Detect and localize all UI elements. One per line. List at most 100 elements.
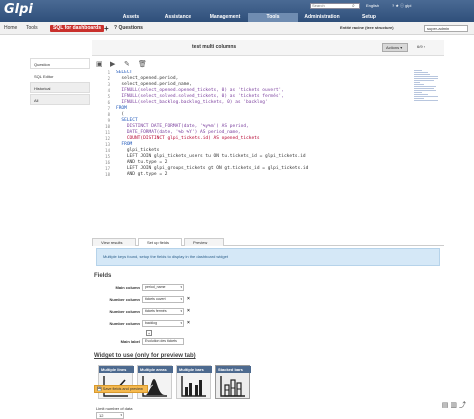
code-line: FROM (116, 106, 127, 111)
field-value: period_name (145, 285, 165, 289)
sidebar-item-sql-editor[interactable]: SQL Editor (30, 70, 90, 81)
limit-label: Limit number of data (96, 406, 132, 411)
chevron-down-icon: ▾ (120, 413, 122, 418)
sidebar-item-all[interactable]: All (30, 94, 90, 105)
code-line: select_opened.period_name, (116, 82, 192, 87)
breadcrumb-tools[interactable]: Tools (26, 25, 38, 32)
widget-label: Multiple lines (99, 366, 134, 373)
pager-count: 6/9 (417, 44, 423, 49)
save-preview-button[interactable]: 💾 Save fields and preview (94, 385, 148, 393)
user-links[interactable]: ? ★ ⓘ glpi (392, 3, 411, 9)
sql-editor[interactable]: 123456789101112131415161718 SELECT selec… (96, 70, 441, 236)
field-row: Number column tickets fermés▾ × (92, 308, 292, 315)
add-icon[interactable]: + (104, 25, 109, 32)
widget-picker: Multiple lines Multiple areas Multiple b… (98, 365, 268, 401)
main-label-label: Main label (121, 338, 140, 345)
code-line: DISTINCT DATE_FORMAT(date, '%y%m') AS pe… (116, 124, 249, 129)
add-field-button[interactable]: + (146, 330, 152, 336)
code-line: IFNULL(select_opened.opened_tickets, 0) … (116, 88, 284, 93)
actions-button[interactable]: Actions ▾ (382, 43, 408, 52)
line-numbers: 123456789101112131415161718 (96, 70, 110, 178)
field-select[interactable]: backlog▾ (142, 320, 184, 327)
breadcrumb-sql-dashboards[interactable]: SQL for dashboards (50, 25, 104, 32)
chevron-down-icon: ▾ (180, 321, 182, 326)
run-icon[interactable]: ▶ (110, 61, 115, 69)
code-line: LEFT JOIN glpi_groups_tickets gt ON gt.t… (116, 166, 308, 171)
menu-administration[interactable]: Administration (298, 13, 346, 22)
code-line: SELECT (116, 70, 132, 75)
tab-view-results[interactable]: View results (92, 238, 136, 246)
remove-icon[interactable]: × (187, 308, 190, 315)
sidebar-item-question[interactable]: Question (30, 58, 90, 69)
tabs: View results Set up fields Preview (92, 238, 444, 246)
limit-value: 12 (99, 413, 103, 418)
page-title: test multi columns (192, 44, 236, 50)
field-row: Number column tickets ouvert▾ × (92, 296, 292, 303)
code-line: FROM (116, 142, 132, 147)
main-label-input[interactable]: Evolution des tickets (142, 338, 184, 345)
chevron-down-icon: ▾ (180, 297, 182, 302)
sidebar-item-historical[interactable]: Historical (30, 82, 90, 93)
main-panel: test multi columns Actions ▾ 6/9 › ▣ ▶ ✎… (92, 40, 444, 416)
tab-set-up-fields[interactable]: Set up fields (138, 238, 182, 246)
field-value: tickets fermés (145, 309, 167, 313)
export-pdf-icon[interactable]: ▤ (442, 402, 449, 409)
tab-preview[interactable]: Preview (184, 238, 224, 246)
questions-label: Questions (118, 25, 142, 31)
widget-title: Widget to use (only for preview tab) (94, 353, 196, 359)
field-select[interactable]: tickets ouvert▾ (142, 296, 184, 303)
main-menu: Assets Assistance Management Tools Admin… (0, 13, 474, 22)
menu-assistance[interactable]: Assistance (158, 13, 198, 22)
remove-icon[interactable]: × (187, 296, 190, 303)
search-placeholder: Search (312, 3, 325, 8)
save-preview-label: Save fields and preview (103, 387, 143, 391)
widget-multiple-bars[interactable]: Multiple bars (176, 365, 211, 399)
field-select[interactable]: period_name▾ (142, 284, 184, 291)
top-bar: Glpi Search ⌕ English ? ★ ⓘ glpi Assets … (0, 0, 474, 22)
menu-assets[interactable]: Assets (116, 13, 146, 22)
code-line: LEFT JOIN glpi_tickets_users tu ON tu.ti… (116, 154, 306, 159)
share-icon[interactable]: ⤴ (459, 402, 466, 409)
field-row: Number column backlog▾ × (92, 320, 292, 327)
fields-title: Fields (94, 273, 111, 279)
menu-setup[interactable]: Setup (354, 13, 384, 22)
widget-multiple-areas[interactable]: Multiple areas (137, 365, 172, 399)
add-field-row: + (130, 330, 160, 337)
edit-icon[interactable]: ✎ (124, 61, 130, 69)
widget-label: Stacked bars (216, 366, 251, 373)
menu-tools[interactable]: Tools (248, 13, 298, 22)
field-label: Number column (110, 320, 140, 327)
menu-management[interactable]: Management (204, 13, 246, 22)
entity-label[interactable]: Entité racine (tree structure) (340, 25, 394, 30)
code-line: IFNULL(select_backlog.backlog_tickets, 0… (116, 100, 268, 105)
save-icon[interactable]: ▣ (96, 61, 103, 69)
code-line: DATE_FORMAT(date, '%b %Y') AS period_nam… (116, 130, 241, 135)
export-csv-icon[interactable]: ▥ (450, 402, 457, 409)
profile-select[interactable]: super-admin (424, 25, 468, 32)
code-line: AND gt.type = 2 (116, 172, 167, 177)
editor-toolbar: ▣ ▶ ✎ 🗑 (92, 60, 444, 70)
stacked-bar-chart-icon (220, 375, 246, 397)
info-message: Multiple keys found, setup the fields to… (96, 248, 440, 266)
breadcrumb: Home Tools SQL for dashboards + ? Questi… (0, 22, 474, 35)
chevron-right-icon[interactable]: › (424, 44, 425, 49)
widget-stacked-bars[interactable]: Stacked bars (215, 365, 250, 399)
questions-link[interactable]: ? Questions (114, 25, 143, 32)
remove-icon[interactable]: × (187, 320, 190, 327)
widget-label: Multiple bars (177, 366, 212, 373)
sidebar: Question SQL Editor Historical All (30, 58, 90, 106)
delete-icon[interactable]: 🗑 (138, 61, 147, 69)
field-select[interactable]: tickets fermés ▾ (142, 308, 184, 315)
sql-code[interactable]: SELECT select_opened.period, select_open… (116, 70, 308, 178)
breadcrumb-home[interactable]: Home (4, 25, 17, 32)
search-icon[interactable]: ⌕ (352, 3, 358, 9)
code-minimap[interactable] (414, 70, 440, 110)
export-icons: ▤▥⤴ (440, 400, 466, 410)
pager: 6/9 › (417, 44, 425, 49)
field-row: Main column period_name▾ (92, 284, 292, 291)
code-line: AND tu.type = 2 (116, 160, 167, 165)
widget-multiple-lines[interactable]: Multiple lines (98, 365, 133, 399)
code-line: IFNULL(select_solved.solved_tickets, 0) … (116, 94, 284, 99)
language-selector[interactable]: English (366, 3, 379, 8)
chevron-down-icon: ▾ (180, 309, 182, 314)
